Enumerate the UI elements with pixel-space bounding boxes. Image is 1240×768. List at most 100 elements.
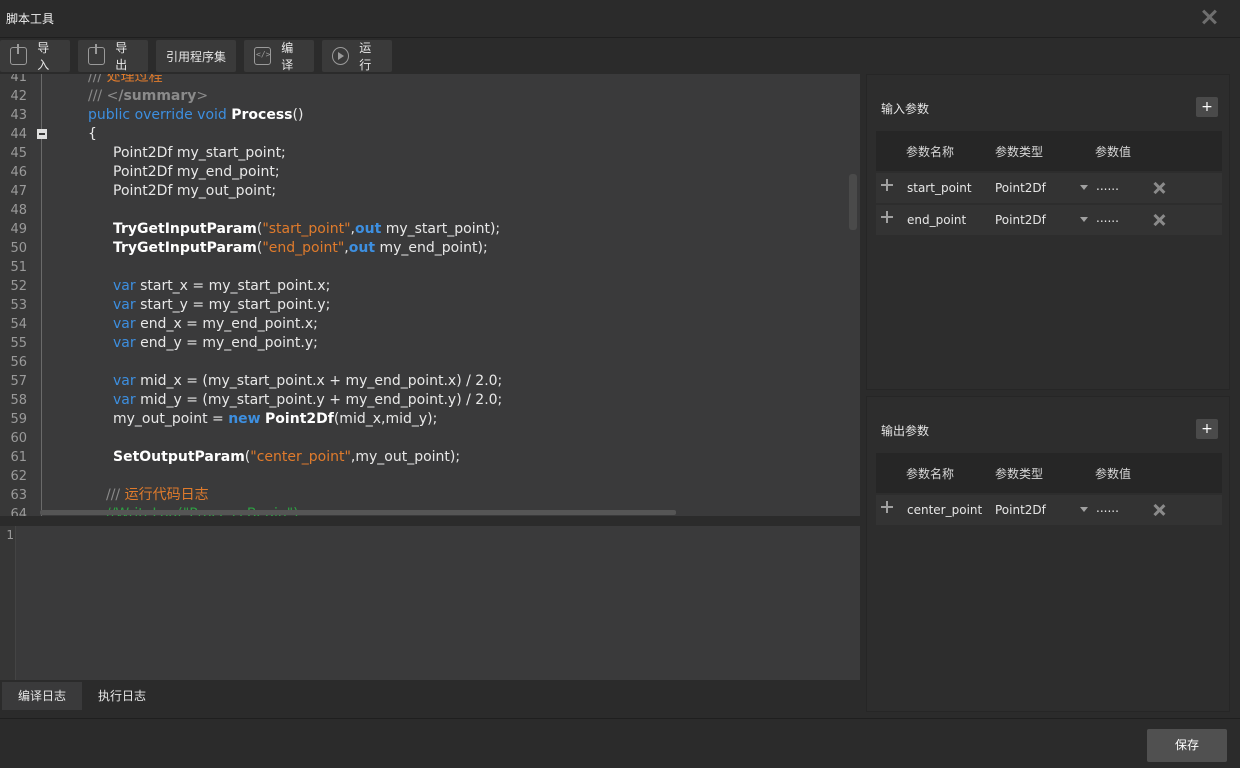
code-text[interactable]: var end_y = my_end_point.y; <box>113 334 318 353</box>
references-label: 引用程序集 <box>166 49 227 64</box>
log-line-number: 1 <box>6 528 14 542</box>
line-number: 43 <box>10 108 27 123</box>
param-name[interactable]: center_point <box>907 503 982 517</box>
code-text[interactable]: /// 运行代码日志 <box>106 486 209 505</box>
input-params-panel: 输入参数 + 参数名称 参数类型 参数值 start_point Point2D… <box>866 74 1230 390</box>
line-number: 59 <box>10 412 27 427</box>
log-line-gutter <box>0 526 16 680</box>
line-number: 62 <box>10 469 27 484</box>
code-text[interactable]: TryGetInputParam("end_point",out my_end_… <box>113 239 488 258</box>
delete-icon[interactable] <box>1152 181 1166 195</box>
code-text[interactable]: TryGetInputParam("start_point",out my_st… <box>113 220 500 239</box>
output-params-header: 参数名称 参数类型 参数值 <box>876 453 1222 493</box>
export-button[interactable]: 导出 <box>78 40 148 72</box>
plus-icon[interactable] <box>880 178 894 192</box>
line-number: 54 <box>10 317 27 332</box>
plus-icon[interactable] <box>880 500 894 514</box>
import-label: 导入 <box>37 41 50 72</box>
code-text[interactable]: SetOutputParam("center_point",my_out_poi… <box>113 448 460 467</box>
chevron-down-icon[interactable] <box>1080 217 1088 222</box>
import-button[interactable]: 导入 <box>0 40 70 72</box>
line-number: 48 <box>10 203 27 218</box>
line-number: 41 <box>10 74 27 85</box>
header-type: 参数类型 <box>995 145 1044 159</box>
delete-icon[interactable] <box>1152 503 1166 517</box>
line-number: 60 <box>10 431 27 446</box>
code-text[interactable]: Point2Df my_end_point; <box>113 163 280 182</box>
horizontal-scrollbar[interactable] <box>40 510 676 515</box>
param-name[interactable]: start_point <box>907 181 972 195</box>
toolbar: 导入 导出 引用程序集 编译 运行 <box>0 37 1240 73</box>
plus-icon[interactable] <box>880 210 894 224</box>
code-text[interactable]: public override void Process() <box>88 106 303 125</box>
title-bar: 脚本工具 <box>0 0 1240 36</box>
delete-icon[interactable] <box>1152 213 1166 227</box>
log-tabs: 编译日志 执行日志 <box>0 681 860 711</box>
footer: 保存 <box>0 718 1240 768</box>
code-text[interactable]: { <box>88 125 97 144</box>
chevron-down-icon[interactable] <box>1080 185 1088 190</box>
line-number: 45 <box>10 146 27 161</box>
code-text[interactable]: my_out_point = new Point2Df(mid_x,mid_y)… <box>113 410 437 429</box>
header-name: 参数名称 <box>906 467 955 481</box>
output-param-row: center_point Point2Df ...... <box>876 495 1222 525</box>
import-icon <box>10 44 28 65</box>
line-number: 52 <box>10 279 27 294</box>
line-number: 51 <box>10 260 27 275</box>
chevron-down-icon[interactable] <box>1080 507 1088 512</box>
header-value: 参数值 <box>1095 467 1132 481</box>
input-params-title: 输入参数 <box>881 102 930 116</box>
line-number: 50 <box>10 241 27 256</box>
code-text[interactable]: var end_x = my_end_point.x; <box>113 315 318 334</box>
param-value[interactable]: ...... <box>1096 179 1119 193</box>
line-number: 57 <box>10 374 27 389</box>
code-text[interactable]: var mid_x = (my_start_point.x + my_end_p… <box>113 372 502 391</box>
line-number: 49 <box>10 222 27 237</box>
code-text[interactable]: /// </summary> <box>88 87 208 106</box>
output-params-panel: 输出参数 + 参数名称 参数类型 参数值 center_point Point2… <box>866 396 1230 712</box>
window-title: 脚本工具 <box>6 12 55 26</box>
tab-run-log[interactable]: 执行日志 <box>82 682 162 710</box>
log-output[interactable]: 1 <box>0 526 860 680</box>
header-type: 参数类型 <box>995 467 1044 481</box>
save-button[interactable]: 保存 <box>1147 729 1227 762</box>
input-param-row: start_point Point2Df ...... <box>876 173 1222 203</box>
code-text[interactable]: var start_y = my_start_point.y; <box>113 296 330 315</box>
export-label: 导出 <box>115 41 128 72</box>
run-label: 运行 <box>359 41 372 72</box>
code-text[interactable]: var mid_y = (my_start_point.y + my_end_p… <box>113 391 502 410</box>
line-number: 46 <box>10 165 27 180</box>
code-text[interactable]: Point2Df my_start_point; <box>113 144 286 163</box>
param-type[interactable]: Point2Df <box>995 503 1046 517</box>
run-button[interactable]: 运行 <box>322 40 392 72</box>
param-type[interactable]: Point2Df <box>995 213 1046 227</box>
code-text[interactable]: /// 处理过程 <box>88 74 163 87</box>
code-editor[interactable]: 41 /// 处理过程 42 /// </summary> 43 public overr… <box>0 74 860 516</box>
param-value[interactable]: ...... <box>1096 211 1119 225</box>
add-output-param-button[interactable]: + <box>1196 419 1218 439</box>
param-name[interactable]: end_point <box>907 213 966 227</box>
line-number: 44 <box>10 127 27 142</box>
line-number: 63 <box>10 488 27 503</box>
line-number: 61 <box>10 450 27 465</box>
references-button[interactable]: 引用程序集 <box>156 40 236 72</box>
fold-collapse-icon[interactable] <box>37 129 47 139</box>
tab-compile-log[interactable]: 编译日志 <box>2 682 83 710</box>
line-number: 42 <box>10 89 27 104</box>
close-icon[interactable] <box>1200 8 1218 26</box>
header-value: 参数值 <box>1095 145 1132 159</box>
compile-button[interactable]: 编译 <box>244 40 314 72</box>
add-input-param-button[interactable]: + <box>1196 97 1218 117</box>
header-name: 参数名称 <box>906 145 955 159</box>
vertical-scrollbar[interactable] <box>849 174 857 230</box>
param-value[interactable]: ...... <box>1096 501 1119 515</box>
input-param-row: end_point Point2Df ...... <box>876 205 1222 235</box>
line-number: 58 <box>10 393 27 408</box>
param-type[interactable]: Point2Df <box>995 181 1046 195</box>
code-text[interactable]: var start_x = my_start_point.x; <box>113 277 330 296</box>
fold-guide <box>41 74 42 516</box>
line-number: 56 <box>10 355 27 370</box>
code-icon <box>254 47 272 65</box>
code-text[interactable]: Point2Df my_out_point; <box>113 182 276 201</box>
export-icon <box>88 44 106 65</box>
